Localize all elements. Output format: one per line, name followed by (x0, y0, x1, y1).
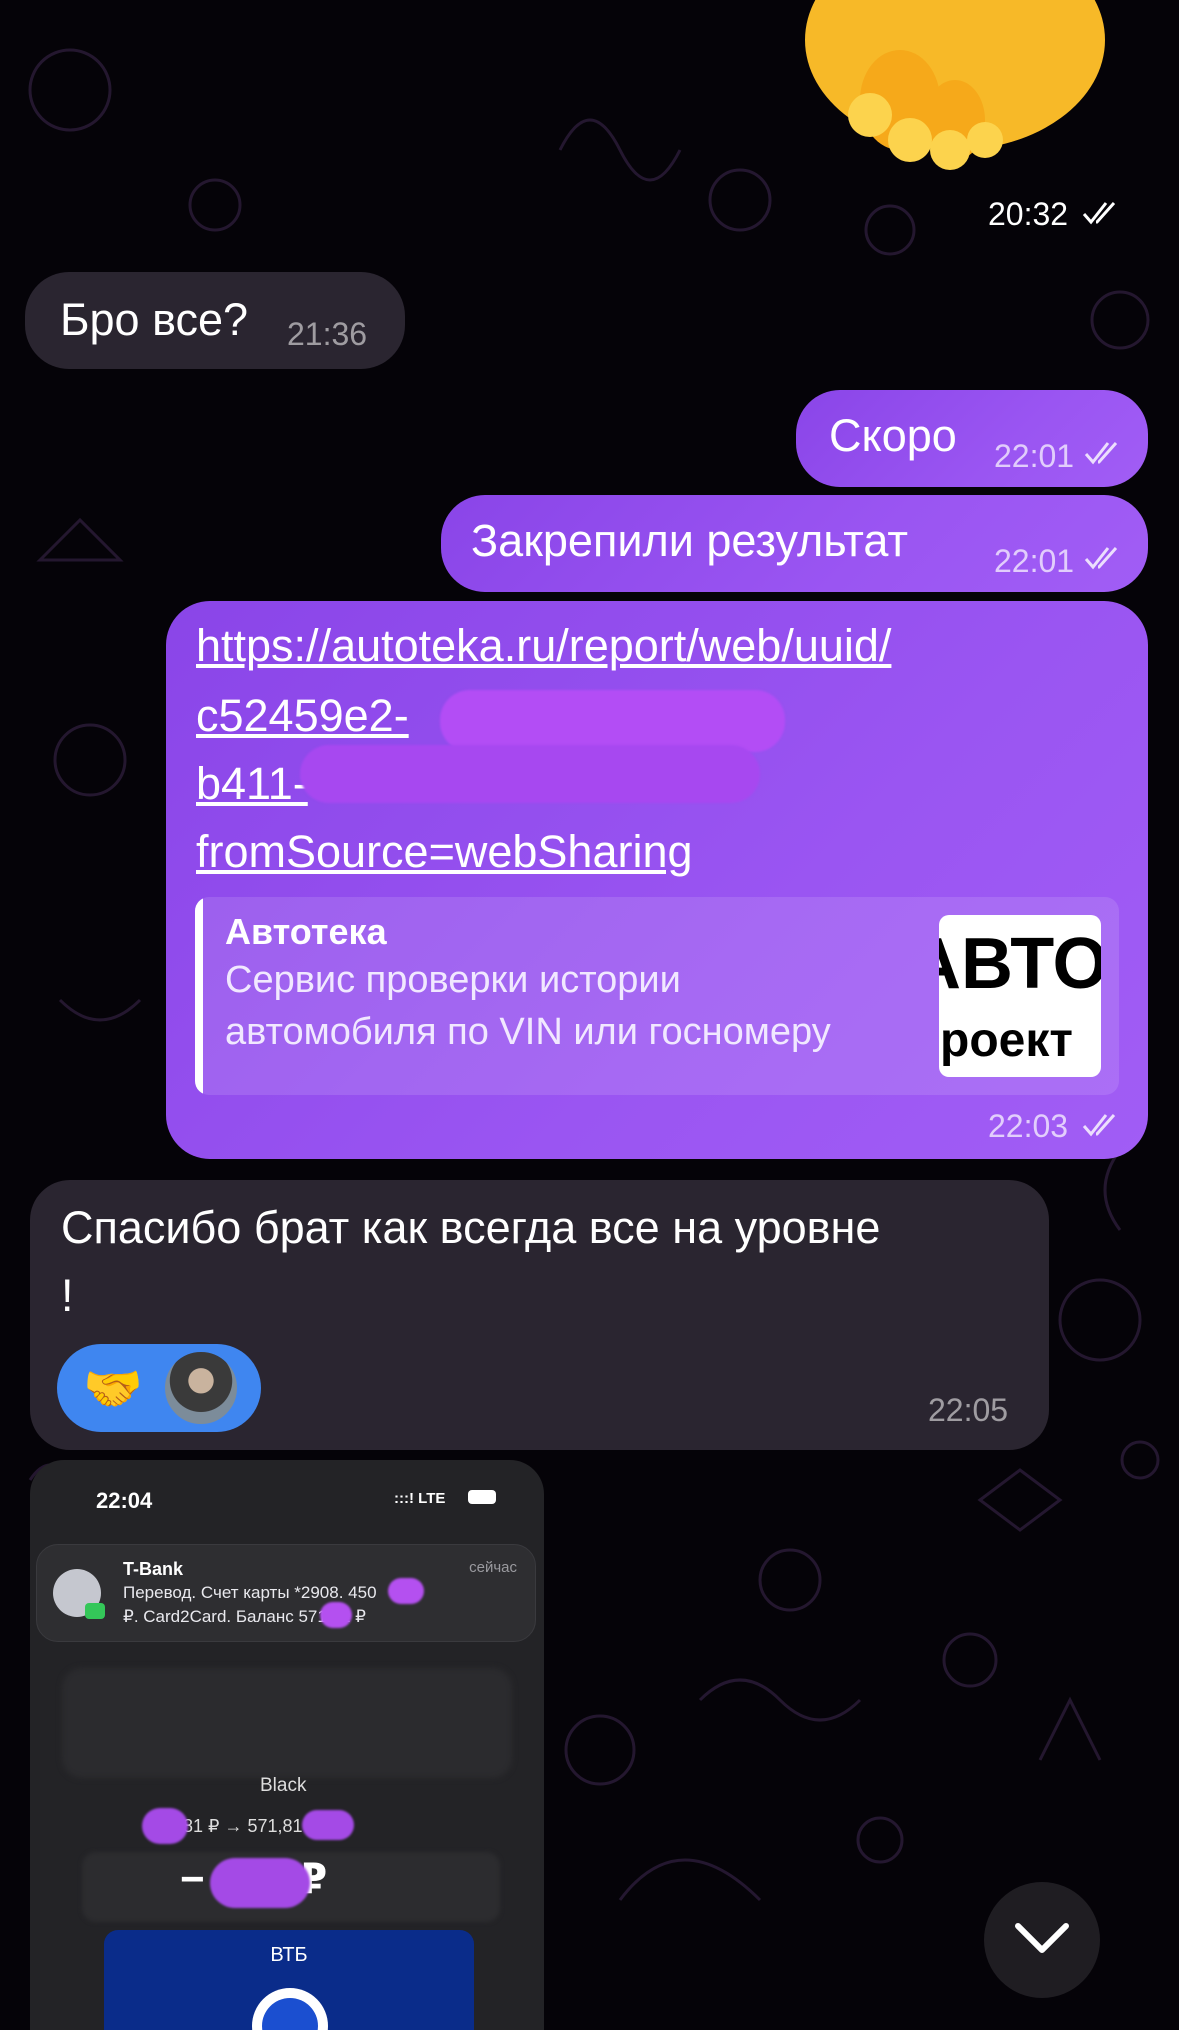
contact-icon (53, 1569, 105, 1619)
notification-text: Перевод. Счет карты *2908. 450 (123, 1583, 377, 1602)
preview-accent-bar (195, 897, 203, 1095)
message-time: 22:01 (994, 543, 1075, 579)
redaction-mark (210, 1858, 310, 1908)
photo-status-time: 22:04 (96, 1488, 153, 1513)
message-text: Спасибо брат как всегда все на уровне (61, 1202, 881, 1253)
bank-logo-icon (252, 1988, 328, 2030)
link-preview-card[interactable]: Автотека Сервис проверки истории автомоб… (195, 897, 1119, 1095)
redaction-mark (142, 1808, 188, 1844)
handshake-sticker (790, 0, 1120, 180)
preview-thumbnail: АВТО проект (939, 915, 1101, 1077)
redaction-mark (388, 1578, 424, 1604)
link-url-line[interactable]: c52459e2- (196, 690, 409, 742)
bank-card: ВТБ (104, 1930, 474, 2030)
message-text: ! (61, 1270, 74, 1321)
blurred-balance (62, 1668, 512, 1778)
redaction-mark (320, 1602, 352, 1628)
redaction-mark (302, 1810, 354, 1840)
photo-notification: T-Bank сейчас Перевод. Счет карты *2908.… (36, 1544, 536, 1642)
link-url-line[interactable]: fromSource=webSharing (196, 826, 693, 878)
preview-title: Автотека (225, 911, 387, 952)
reaction-pill[interactable]: 🤝 (57, 1344, 261, 1432)
incoming-message[interactable]: Бро все? 21:36 (25, 272, 405, 369)
chevron-down-icon (1015, 1923, 1069, 1953)
reactor-avatar[interactable] (163, 1350, 239, 1426)
preview-description: автомобиля по VIN или госномеру (225, 1011, 831, 1053)
message-time: 21:36 (287, 316, 368, 352)
card-bank-name: ВТБ (270, 1944, 308, 1966)
message-time: 22:01 (994, 438, 1075, 474)
thumbnail-text: проект (939, 1014, 1073, 1067)
message-time: 22:05 (928, 1392, 1009, 1428)
message-text: Закрепили результат (471, 515, 908, 566)
message-time: 20:32 (988, 196, 1069, 232)
link-url-line[interactable]: https://autoteka.ru/report/web/uuid/ (196, 620, 891, 672)
message-text: Скоро (829, 410, 957, 461)
message-text: Бро все? (60, 294, 249, 345)
double-check-icon (1082, 201, 1116, 225)
redaction-mark (440, 690, 785, 752)
thumbnail-text: АВТО (939, 924, 1101, 1004)
notification-app: T-Bank (123, 1559, 184, 1579)
handshake-emoji-icon: 🤝 (83, 1363, 143, 1416)
scroll-to-bottom-button[interactable] (984, 1882, 1100, 1998)
outgoing-message[interactable]: Скоро 22:01 (796, 390, 1148, 487)
account-name: Black (260, 1775, 307, 1796)
outgoing-message[interactable]: Закрепили результат 22:01 (441, 495, 1148, 592)
redaction-mark (300, 745, 760, 803)
message-time: 22:03 (988, 1108, 1069, 1144)
notification-time: сейчас (469, 1559, 517, 1576)
double-check-icon (1084, 546, 1118, 570)
double-check-icon (1082, 1113, 1116, 1137)
double-check-icon (1084, 441, 1118, 465)
link-url-line[interactable]: b411- (196, 758, 308, 810)
battery-icon (468, 1490, 496, 1504)
incoming-photo-message[interactable]: 22:04 :::! LTE T-Bank сейчас Перевод. Сч… (30, 1460, 544, 2030)
photo-signal-status: :::! LTE (394, 1490, 446, 1507)
preview-description: Сервис проверки истории (225, 959, 681, 1001)
